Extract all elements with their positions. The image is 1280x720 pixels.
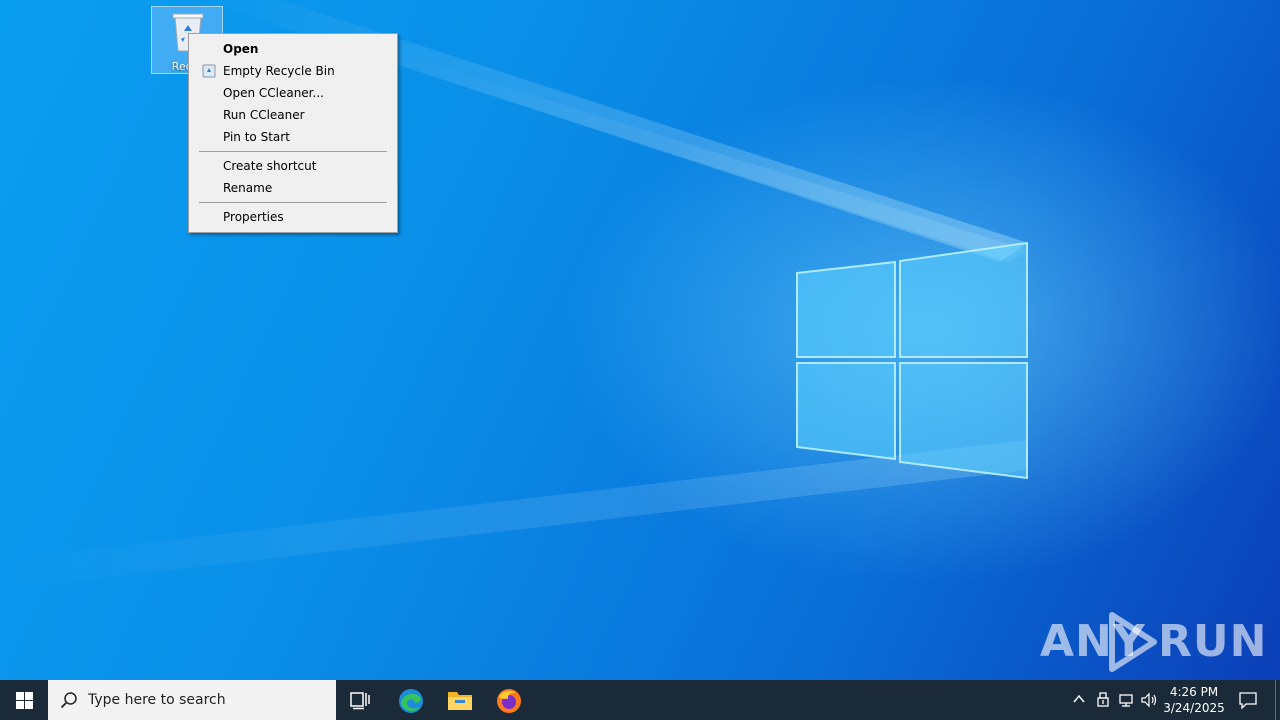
taskbar: Type here to search 4:26 PM 3/24/2025 (0, 680, 1280, 720)
menu-item-run-ccleaner[interactable]: Run CCleaner (191, 104, 395, 126)
chevron-up-icon[interactable] (1072, 692, 1086, 706)
menu-item-properties[interactable]: Properties (191, 206, 395, 228)
recycle-icon (202, 64, 216, 78)
search-icon (60, 692, 77, 709)
play-logo-icon (1109, 612, 1157, 672)
start-button[interactable] (0, 680, 48, 720)
menu-item-label: Open CCleaner... (223, 86, 324, 100)
volume-icon[interactable] (1141, 692, 1159, 708)
clock-time: 4:26 PM (1169, 685, 1219, 699)
watermark-text-right: RUN (1158, 616, 1268, 667)
menu-item-pin-to-start[interactable]: Pin to Start (191, 126, 395, 148)
task-view-button[interactable] (336, 680, 384, 720)
system-tray (1068, 680, 1158, 720)
menu-separator (199, 151, 387, 152)
menu-item-rename[interactable]: Rename (191, 177, 395, 199)
menu-item-label: Open (223, 42, 259, 56)
menu-item-label: Properties (223, 210, 284, 224)
context-menu: Open Empty Recycle Bin Open CCleaner... … (188, 33, 398, 233)
notification-icon (1239, 692, 1257, 709)
menu-item-label: Rename (223, 181, 273, 195)
menu-separator (199, 202, 387, 203)
edge-icon (399, 689, 423, 713)
menu-item-create-shortcut[interactable]: Create shortcut (191, 155, 395, 177)
firefox-taskbar-button[interactable] (484, 680, 532, 720)
menu-item-empty-recycle-bin[interactable]: Empty Recycle Bin (191, 60, 395, 82)
action-center-button[interactable] (1232, 680, 1264, 720)
menu-item-label: Create shortcut (223, 159, 317, 173)
usb-device-icon[interactable] (1096, 692, 1110, 708)
show-desktop-button[interactable] (1275, 680, 1280, 720)
task-view-icon (350, 692, 370, 710)
file-explorer-icon (448, 692, 472, 710)
edge-taskbar-button[interactable] (386, 680, 434, 720)
taskbar-search-box[interactable]: Type here to search (48, 680, 336, 720)
file-explorer-taskbar-button[interactable] (435, 680, 483, 720)
menu-item-label: Pin to Start (223, 130, 290, 144)
windows-start-icon (16, 692, 33, 709)
firefox-icon (497, 689, 521, 713)
menu-item-open-ccleaner[interactable]: Open CCleaner... (191, 82, 395, 104)
menu-item-open[interactable]: Open (191, 38, 395, 60)
search-placeholder: Type here to search (88, 692, 226, 708)
taskbar-clock[interactable]: 4:26 PM 3/24/2025 (1158, 684, 1230, 716)
menu-item-label: Run CCleaner (223, 108, 305, 122)
network-icon[interactable] (1118, 692, 1134, 708)
clock-date: 3/24/2025 (1163, 701, 1225, 715)
menu-item-label: Empty Recycle Bin (223, 64, 335, 78)
